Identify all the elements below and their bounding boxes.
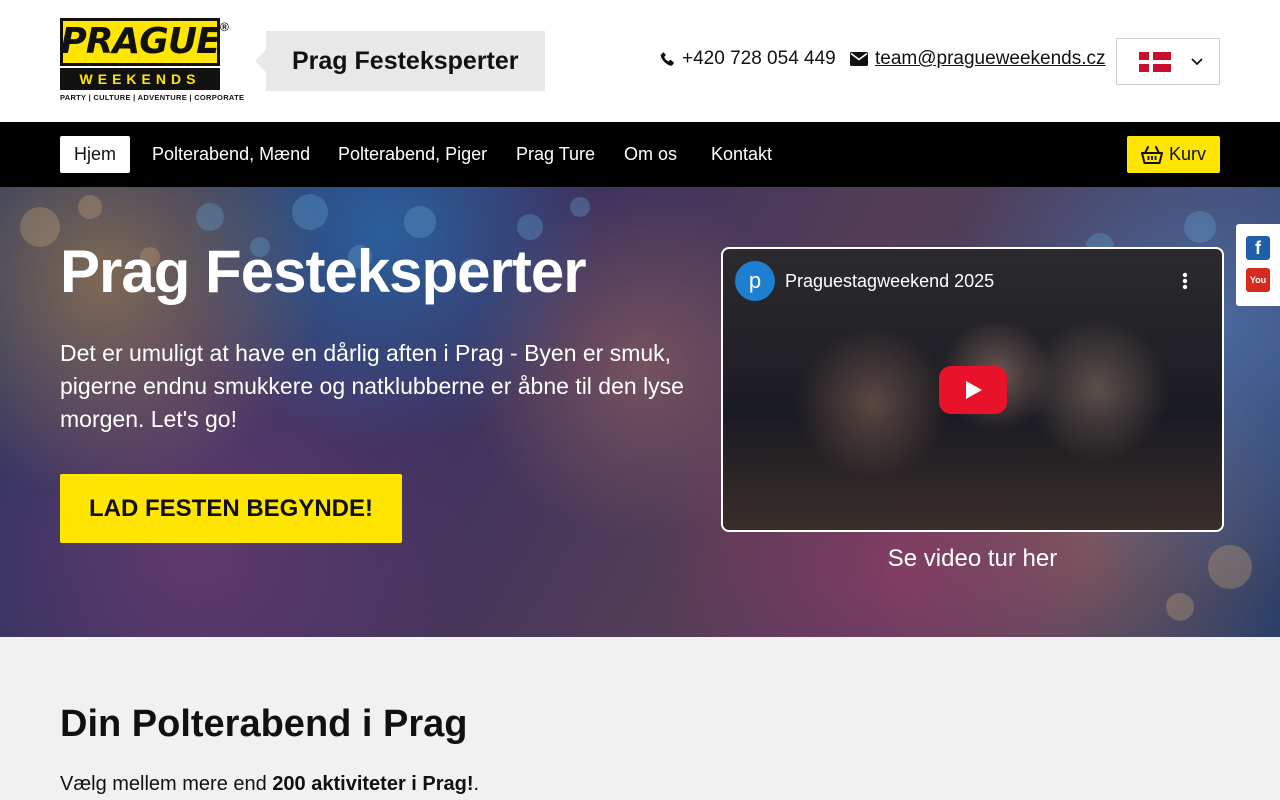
logo-sub-box: WEEKENDS — [60, 68, 220, 90]
video-title[interactable]: Praguestagweekend 2025 — [785, 271, 994, 292]
logo-registered-mark: ® — [220, 20, 229, 34]
facebook-icon[interactable]: f — [1246, 236, 1270, 260]
play-icon — [966, 381, 982, 399]
nav-item-polterabend-piger[interactable]: Polterabend, Piger — [324, 136, 501, 173]
language-select[interactable] — [1116, 38, 1220, 85]
hero-section: Prag Festeksperter Det er umuligt at hav… — [0, 187, 1280, 637]
denmark-flag-icon — [1139, 52, 1171, 72]
social-sidebar: f You — [1236, 224, 1280, 306]
site-header: PRAGUE ® WEEKENDS PARTY | CULTURE | ADVE… — [0, 0, 1280, 122]
section-text-before: Vælg mellem mere end — [60, 773, 273, 795]
youtube-icon[interactable]: You — [1246, 268, 1270, 292]
basket-icon — [1140, 145, 1163, 164]
logo-main-box: PRAGUE — [60, 18, 221, 66]
section-text: Vælg mellem mere end 200 aktiviteter i P… — [60, 773, 479, 796]
nav-item-prag-ture[interactable]: Prag Ture — [502, 136, 609, 173]
more-vert-icon[interactable] — [1181, 271, 1189, 291]
logo-sub-text: WEEKENDS — [79, 71, 201, 87]
section-title: Din Polterabend i Prag — [60, 703, 468, 745]
logo-tags: PARTY | CULTURE | ADVENTURE | CORPORATE — [60, 93, 245, 102]
cart-button[interactable]: Kurv — [1127, 136, 1220, 173]
site-logo[interactable]: PRAGUE ® WEEKENDS PARTY | CULTURE | ADVE… — [60, 18, 245, 104]
phone-icon — [660, 52, 674, 66]
nav-item-kontakt[interactable]: Kontakt — [697, 136, 786, 173]
section-text-bold: 200 aktiviteter i Prag! — [272, 773, 474, 795]
email-contact[interactable]: team@pragueweekends.cz — [850, 48, 1106, 70]
phone-number: +420 728 054 449 — [682, 48, 836, 69]
main-nav: Hjem Polterabend, Mænd Polterabend, Pige… — [0, 122, 1280, 187]
phone-contact[interactable]: +420 728 054 449 — [660, 48, 836, 70]
video-embed[interactable]: p Praguestagweekend 2025 — [721, 247, 1224, 532]
header-tagline-text: Prag Festeksperter — [292, 46, 519, 75]
cart-label: Kurv — [1168, 144, 1206, 164]
play-button[interactable] — [939, 366, 1007, 414]
nav-item-polterabend-maend[interactable]: Polterabend, Mænd — [138, 136, 324, 173]
channel-avatar[interactable]: p — [735, 261, 775, 301]
nav-item-hjem[interactable]: Hjem — [60, 136, 131, 173]
envelope-icon — [850, 52, 868, 66]
chevron-down-icon — [1191, 58, 1203, 66]
section-text-after: . — [473, 773, 480, 795]
header-tagline: Prag Festeksperter — [255, 31, 545, 91]
nav-item-om-os[interactable]: Om os — [610, 136, 691, 173]
hero-description: Det er umuligt at have en dårlig aften i… — [60, 340, 684, 432]
hero-title: Prag Festeksperter — [60, 238, 587, 305]
start-party-button[interactable]: LAD FESTEN BEGYNDE! — [60, 474, 402, 543]
email-link[interactable]: team@pragueweekends.cz — [875, 48, 1106, 70]
logo-main-text: PRAGUE — [60, 21, 220, 62]
video-caption[interactable]: Se video tur her — [721, 545, 1224, 573]
intro-section: Din Polterabend i Prag Vælg mellem mere … — [0, 637, 1280, 800]
